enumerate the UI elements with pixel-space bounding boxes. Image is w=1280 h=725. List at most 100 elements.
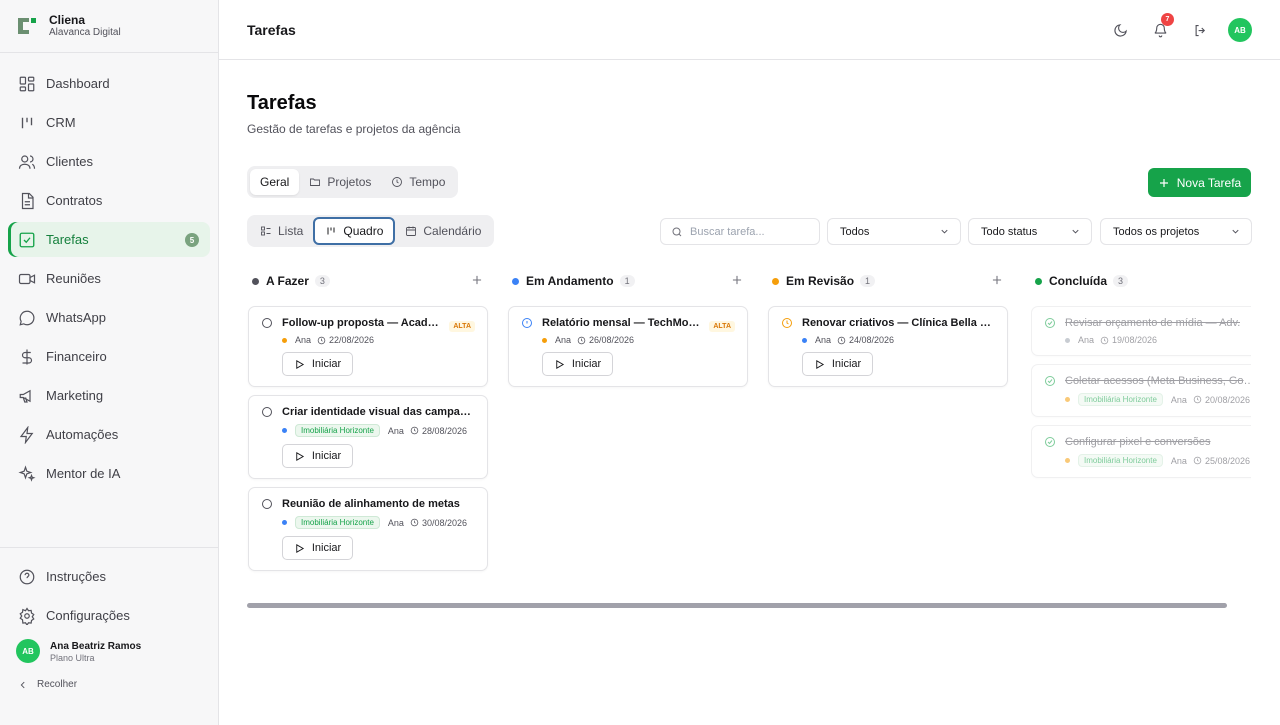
notifications-button[interactable]: 7	[1148, 13, 1174, 42]
task-assignee: Ana	[387, 425, 404, 436]
status-circle-icon[interactable]	[261, 498, 273, 510]
sidebar-item-mentor-ia[interactable]: Mentor de IA	[8, 456, 210, 491]
topbar-actions: 7 AB	[1092, 13, 1252, 42]
column-em-revisao: Em Revisão 1 Renovar criativos — Clínica…	[768, 268, 1008, 387]
sidebar-item-label: Financeiro	[46, 349, 107, 364]
clock-icon	[317, 336, 326, 344]
add-task-icon[interactable]	[730, 273, 744, 287]
task-title: Configurar pixel e conversões	[1065, 436, 1211, 448]
in-progress-icon[interactable]	[521, 317, 533, 329]
new-task-label: Nova Tarefa	[1176, 175, 1242, 190]
task-date: 20/08/2026	[1204, 394, 1250, 405]
brand-subtitle: Alavanca Digital	[49, 27, 121, 38]
sidebar-item-dashboard[interactable]: Dashboard	[8, 66, 210, 101]
sidebar-item-label: Reuniões	[46, 271, 101, 286]
sidebar-item-financeiro[interactable]: Financeiro	[8, 339, 210, 374]
moon-icon	[1113, 23, 1127, 37]
play-icon	[556, 359, 564, 369]
filter-assignee-select[interactable]: Todos	[827, 218, 961, 245]
start-task-button[interactable]: Iniciar	[542, 352, 613, 376]
task-title: Relatório mensal — TechMotors	[542, 317, 702, 329]
start-task-button[interactable]: Iniciar	[282, 352, 353, 376]
priority-dot	[282, 337, 287, 343]
sidebar-item-instrucoes[interactable]: Instruções	[8, 559, 210, 594]
priority-dot	[542, 337, 547, 343]
view-quadro[interactable]: Quadro	[313, 217, 396, 245]
sidebar-item-label: Tarefas	[46, 232, 89, 247]
tab-geral[interactable]: Geral	[250, 169, 300, 195]
sidebar-item-reunioes[interactable]: Reuniões	[8, 261, 210, 296]
task-date: 24/08/2026	[849, 335, 895, 345]
play-icon	[296, 451, 304, 461]
play-icon	[296, 543, 304, 553]
view-lista[interactable]: Lista	[250, 218, 313, 244]
priority-dot	[282, 520, 287, 525]
tab-projetos[interactable]: Projetos	[299, 169, 381, 195]
task-card[interactable]: Coletar acessos (Meta Business, Google) …	[1031, 364, 1251, 417]
collapse-sidebar-button[interactable]: Recolher	[0, 679, 218, 690]
add-task-icon[interactable]	[470, 273, 484, 287]
user-profile[interactable]: AB Ana Beatriz Ramos Plano Ultra	[0, 639, 218, 663]
column-count: 1	[860, 275, 876, 287]
task-card[interactable]: Reunião de alinhamento de metas Imobiliá…	[248, 487, 488, 571]
review-clock-icon[interactable]	[781, 317, 793, 329]
sidebar-item-crm[interactable]: CRM	[8, 105, 210, 140]
start-task-button[interactable]: Iniciar	[802, 352, 873, 376]
status-circle-icon[interactable]	[261, 406, 273, 418]
document-icon	[21, 192, 34, 209]
theme-toggle-button[interactable]	[1108, 18, 1132, 42]
task-date: 22/08/2026	[329, 335, 375, 345]
help-icon	[19, 569, 35, 584]
check-circle-icon[interactable]	[1044, 436, 1056, 448]
task-assignee: Ana	[1170, 455, 1187, 466]
board-horizontal-scrollbar[interactable]	[247, 603, 1227, 608]
calendar-icon	[406, 226, 417, 236]
sidebar-item-whatsapp[interactable]: WhatsApp	[8, 300, 210, 335]
sidebar-item-contratos[interactable]: Contratos	[8, 183, 210, 218]
new-task-button[interactable]: Nova Tarefa	[1148, 168, 1251, 197]
start-label: Iniciar	[571, 358, 602, 370]
sidebar-item-tarefas[interactable]: Tarefas 5	[8, 222, 210, 257]
user-name: Ana Beatriz Ramos	[50, 640, 142, 652]
sidebar-item-label: Dashboard	[46, 76, 110, 91]
sidebar-item-configuracoes[interactable]: Configurações	[8, 598, 210, 633]
filter-project-select[interactable]: Todos os projetos	[1100, 218, 1252, 245]
check-circle-icon[interactable]	[1044, 375, 1056, 387]
task-card[interactable]: Configurar pixel e conversões Imobiliári…	[1031, 425, 1251, 478]
sidebar-item-clientes[interactable]: Clientes	[8, 144, 210, 179]
cliena-logo-icon	[18, 18, 36, 34]
search-input[interactable]	[690, 225, 810, 238]
task-meta: Ana 24/08/2026	[781, 335, 995, 345]
start-task-button[interactable]: Iniciar	[282, 536, 353, 560]
brand[interactable]: Cliena Alavanca Digital	[0, 0, 218, 53]
column-title: Em Andamento	[526, 274, 614, 288]
task-meta: Ana 26/08/2026	[521, 335, 735, 345]
column-count: 3	[314, 275, 330, 287]
task-card[interactable]: Follow-up proposta — Academia ALTA Ana 2…	[248, 306, 488, 387]
start-task-button[interactable]: Iniciar	[282, 444, 353, 468]
play-icon	[816, 359, 824, 369]
task-card[interactable]: Criar identidade visual das campanhas Im…	[248, 395, 488, 479]
logout-button[interactable]	[1188, 18, 1212, 42]
add-task-icon[interactable]	[990, 273, 1004, 287]
sidebar-item-automacoes[interactable]: Automações	[8, 417, 210, 452]
clock-icon	[837, 336, 846, 344]
view-label: Calendário	[423, 224, 482, 238]
column-status-dot	[772, 277, 779, 285]
task-card[interactable]: Renovar criativos — Clínica Bella Derma …	[768, 306, 1008, 387]
check-circle-icon[interactable]	[1044, 317, 1056, 329]
task-card[interactable]: Relatório mensal — TechMotors ALTA Ana 2…	[508, 306, 748, 387]
topbar-avatar[interactable]: AB	[1228, 18, 1252, 42]
tab-tempo[interactable]: Tempo	[381, 169, 455, 195]
status-circle-icon[interactable]	[261, 317, 273, 329]
column-status-dot	[1035, 277, 1042, 285]
task-card[interactable]: Revisar orçamento de mídia — Adv. Ana 19…	[1031, 306, 1251, 356]
filter-status-select[interactable]: Todo status	[968, 218, 1092, 245]
column-a-fazer: A Fazer 3 Follow-up proposta — Academia …	[248, 268, 488, 571]
select-value: Todo status	[981, 225, 1038, 238]
task-date: 26/08/2026	[589, 335, 635, 345]
sidebar-item-label: Marketing	[46, 388, 104, 403]
sidebar-item-marketing[interactable]: Marketing	[8, 378, 210, 413]
view-calendario[interactable]: Calendário	[395, 218, 491, 244]
task-meta: Imobiliária Horizonte Ana 20/08/2026	[1044, 393, 1251, 406]
